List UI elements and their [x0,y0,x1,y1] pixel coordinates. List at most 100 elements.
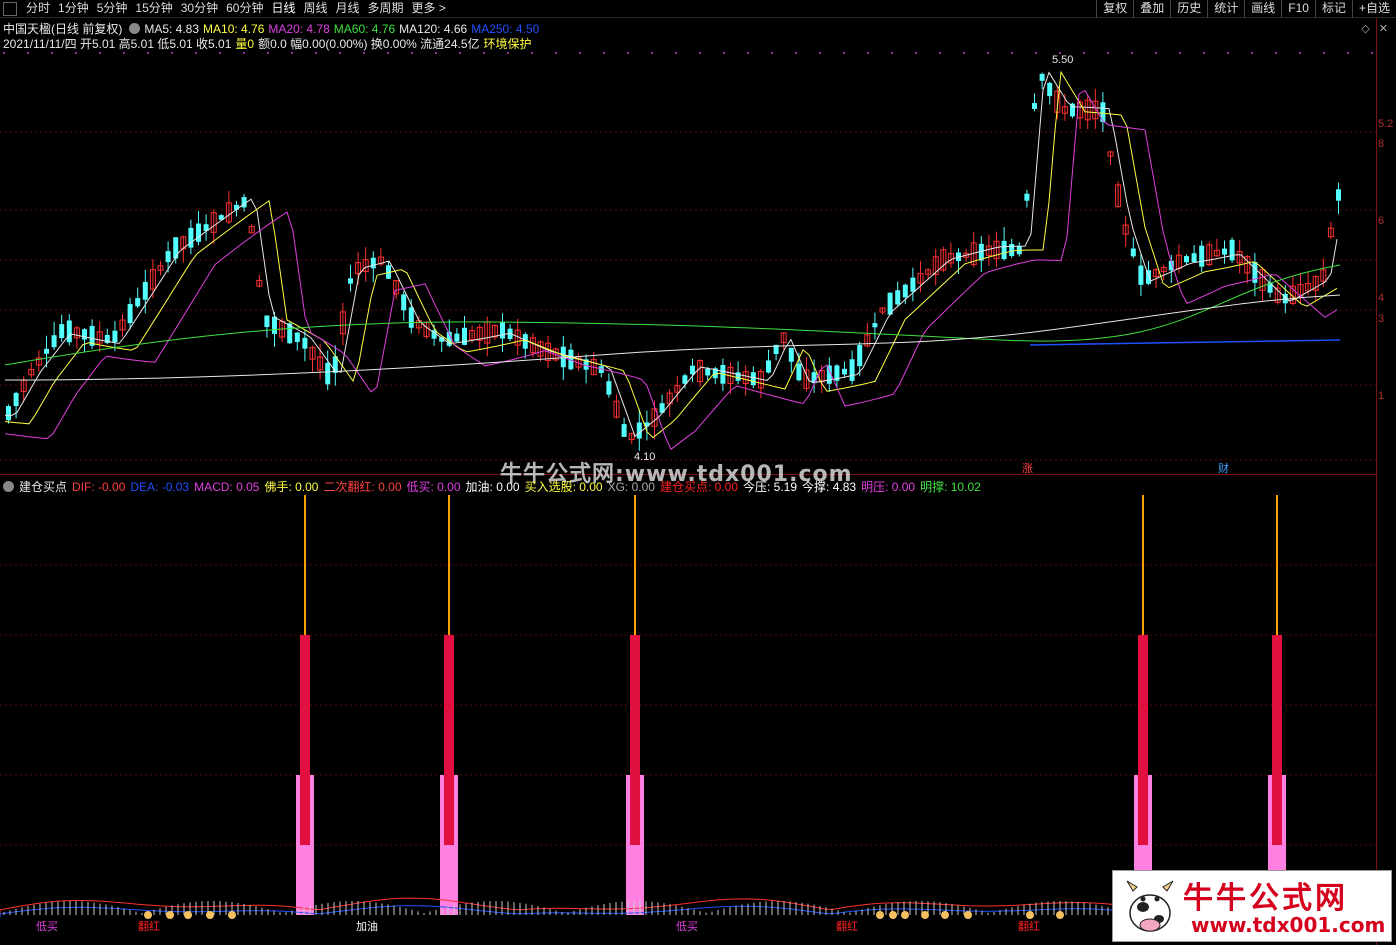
candle-body [370,257,376,269]
candle-body [606,381,612,395]
candle-body [735,372,741,381]
candle-body [196,223,201,242]
ma-value: MA60: 4.76 [333,22,396,36]
ma-value: MA120: 4.66 [399,22,468,36]
hand-icon [876,911,884,919]
tool-button[interactable]: 统计 [1207,0,1244,18]
dot-mark [483,52,485,54]
hand-icon [941,911,949,919]
axis-tick-label: 1 [1378,390,1385,402]
dot-mark [963,52,965,54]
period-tab[interactable]: 60分钟 [222,0,267,18]
candle-body [294,332,300,342]
candle-body [6,406,11,421]
hand-icon [166,911,174,919]
dot-mark [603,52,605,54]
ma10-line [4,70,1338,439]
candle-body [788,347,794,362]
dot-mark [1179,52,1181,54]
dot-mark [771,52,773,54]
candle-body [636,422,642,439]
candle-body [127,304,133,324]
kline-chart[interactable] [0,50,1376,470]
dropdown-icon[interactable] [129,23,141,34]
cow-mascot-icon [1126,880,1174,932]
period-tab[interactable]: 15分钟 [131,0,176,18]
dot-mark [555,52,557,54]
stock-label[interactable]: 中国天楹(日线 前复权) [3,22,122,36]
dot-mark [819,52,821,54]
dot-mark [915,52,917,54]
dot-mark [99,52,101,54]
ma250-line [1029,339,1341,346]
tool-button[interactable]: F10 [1281,0,1315,18]
candle-body [796,363,802,381]
dot-mark [1107,52,1109,54]
logo-url: www.tdx001.com [1191,913,1386,937]
candle-body [1024,193,1030,201]
signal-label: 加油 [356,921,378,933]
period-tab[interactable]: 1分钟 [54,0,93,18]
candle-body [112,330,118,343]
ma-value: MA5: 4.83 [144,22,200,36]
tool-button[interactable]: 标记 [1314,0,1352,18]
candle-body [1070,103,1075,117]
candle-body [302,337,308,349]
period-tab[interactable]: 月线 [332,0,364,18]
candle-body [1336,189,1341,201]
dot-mark [387,52,389,54]
chart-corner-icons: ◇ ✕ [1361,22,1388,35]
bar-info-item: 量0 [235,37,255,51]
period-tab[interactable]: 日线 [267,0,299,18]
signal-label: 翻红 [836,921,858,933]
dot-mark [1347,52,1349,54]
period-tab[interactable]: 30分钟 [177,0,222,18]
dot-mark [1035,52,1037,54]
axis-tick-label: 3 [1378,313,1385,325]
menu-toggle-icon[interactable] [3,2,17,16]
signal-label: 低买 [676,921,698,933]
dot-mark [1131,52,1133,54]
ma20-line [4,89,1338,451]
period-tab[interactable]: 更多 > [408,0,450,18]
tool-button[interactable]: 复权 [1096,0,1133,18]
signal-bar-red [1138,635,1148,845]
candle-body [690,365,695,375]
tool-button[interactable]: 历史 [1170,0,1207,18]
axis-divider [1376,18,1377,945]
dot-mark [195,52,197,54]
tool-button[interactable]: +自选 [1351,0,1396,18]
dot-mark [291,52,293,54]
close-icon[interactable]: ✕ [1379,23,1388,35]
candle-body [272,316,277,334]
hand-icon [1056,911,1064,919]
dot-mark [987,52,989,54]
candle-body [1191,253,1197,263]
period-tab[interactable]: 多周期 [364,0,408,18]
period-tab[interactable]: 分时 [22,0,54,18]
hand-icon [901,911,909,919]
high-price-label: 5.50 [1052,54,1074,66]
signal-label: 翻红 [138,921,160,933]
diamond-icon[interactable]: ◇ [1361,23,1369,35]
dot-mark [171,52,173,54]
signal-label: 翻红 [1018,921,1040,933]
dot-mark [51,52,53,54]
hand-icon [964,911,972,919]
hand-icon [889,911,897,919]
candle-body [1199,245,1205,267]
candle-body [842,368,847,375]
candle-body [13,392,19,407]
tool-buttons: 复权 叠加 历史 统计 画线 F10 标记 +自选 [1096,0,1396,18]
candle-body [621,424,627,437]
candle-body [348,278,353,284]
candle-body [705,368,711,376]
period-tab[interactable]: 周线 [299,0,331,18]
candle-body [59,324,65,339]
period-tab[interactable]: 5分钟 [93,0,132,18]
tool-button[interactable]: 叠加 [1133,0,1170,18]
candle-body [1138,265,1144,285]
hand-icon [228,911,236,919]
signal-bar-red [300,635,310,845]
tool-button[interactable]: 画线 [1244,0,1281,18]
